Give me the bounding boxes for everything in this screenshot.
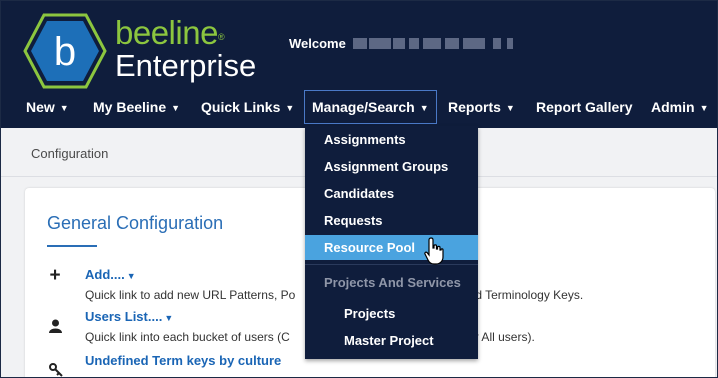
card-title: General Configuration [47,213,224,233]
menu-item-candidates[interactable]: Candidates [305,181,478,206]
welcome-text: Welcome [289,36,346,51]
menu-divider [305,264,478,265]
menu-item-resource-pool[interactable]: Resource Pool [305,235,478,260]
plus-icon: + [49,265,61,286]
chevron-down-icon: ▼ [59,103,69,113]
main-nav: New ▼ My Beeline ▼ Quick Links ▼ Manage/Sea… [1,90,717,126]
chevron-down-icon: ▼ [171,103,181,113]
hand-pointer-cursor-icon [424,237,444,265]
app-window: b beeline® Enterprise Welcome New ▼ My Be… [0,0,718,378]
menu-item-projects[interactable]: Projects [305,301,478,326]
chevron-down-icon: ▼ [699,103,709,113]
add-link[interactable]: Add.... ▼ [85,267,136,282]
key-icon [49,363,63,377]
nav-new[interactable]: New ▼ [26,90,69,124]
chevron-down-icon: ▼ [164,313,174,323]
nav-my-beeline[interactable]: My Beeline ▼ [93,90,180,124]
chevron-down-icon: ▼ [505,103,515,113]
menu-item-requests[interactable]: Requests [305,208,478,233]
chevron-down-icon: ▼ [285,103,295,113]
manage-search-dropdown-menu: Assignments Assignment Groups Candidates… [305,126,478,359]
menu-section-projects-and-services: Projects And Services [324,275,461,290]
menu-item-assignments[interactable]: Assignments [305,127,478,152]
nav-manage-search[interactable]: Manage/Search ▼ [304,90,437,124]
breadcrumb: Configuration [31,146,109,161]
nav-quick-links[interactable]: Quick Links ▼ [201,90,294,124]
chevron-down-icon: ▼ [126,271,136,281]
logo-letter: b [54,30,76,74]
brand-name: beeline® [115,14,225,51]
menu-item-assignment-groups[interactable]: Assignment Groups [305,154,478,179]
user-icon [49,319,62,333]
brand-subtitle: Enterprise [115,48,257,83]
nav-reports[interactable]: Reports ▼ [448,90,515,124]
redacted-username [353,38,513,50]
menu-item-master-project[interactable]: Master Project [305,328,478,353]
users-list-link[interactable]: Users List.... ▼ [85,309,173,324]
nav-report-gallery[interactable]: Report Gallery [536,90,632,124]
title-underline [47,245,97,247]
top-header: b beeline® Enterprise Welcome New ▼ My Be… [1,1,717,128]
undefined-term-keys-link[interactable]: Undefined Term keys by culture [85,353,281,368]
nav-admin[interactable]: Admin ▼ [651,90,708,124]
beeline-logo-icon[interactable]: b [23,13,107,89]
trademark-mark: ® [217,32,225,42]
chevron-down-icon: ▼ [419,103,429,113]
